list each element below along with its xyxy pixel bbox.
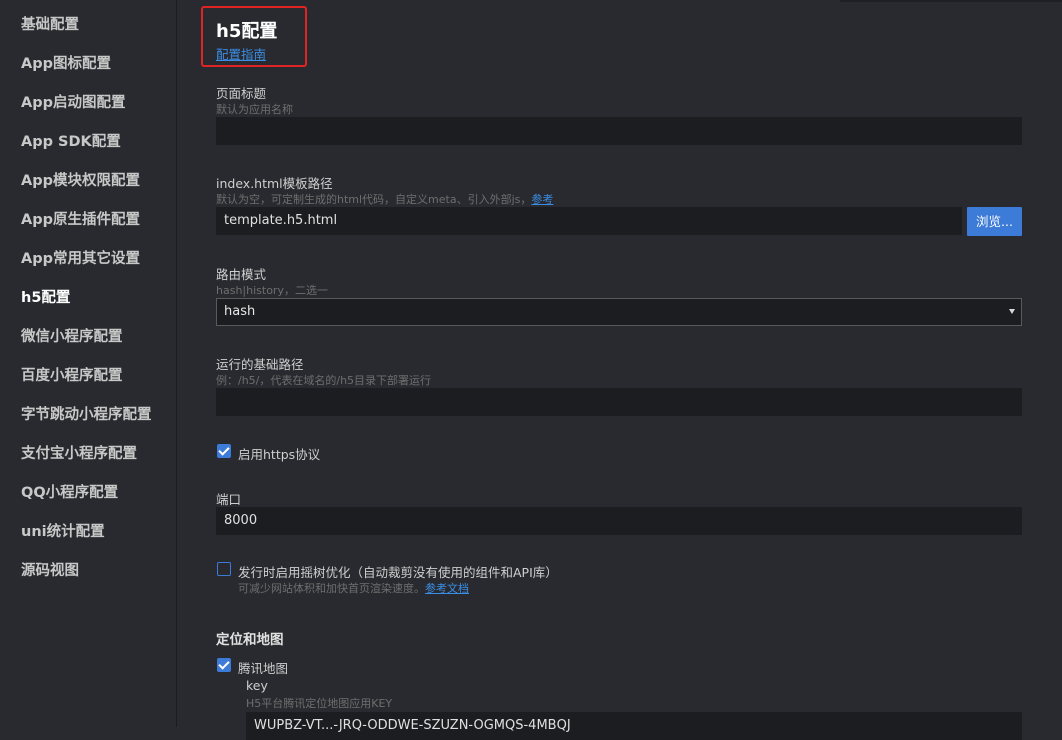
page-title: h5配置 xyxy=(216,21,278,42)
template-path-label: index.html模板路径 xyxy=(216,176,333,191)
chevron-down-icon xyxy=(1009,309,1015,314)
base-path-label: 运行的基础路径 xyxy=(216,357,304,372)
base-path-hint: 例：/h5/，代表在域名的/h5目录下部署运行 xyxy=(216,374,432,387)
router-mode-label: 路由模式 xyxy=(216,267,267,282)
sidebar-item-baidu[interactable]: 百度小程序配置 xyxy=(21,366,123,386)
tencent-map-checkbox-label: 腾讯地图 xyxy=(238,661,289,676)
https-checkbox-label: 启用https协议 xyxy=(238,447,321,462)
https-checkbox[interactable] xyxy=(217,444,231,458)
location-map-section-title: 定位和地图 xyxy=(216,632,284,648)
router-mode-hint: hash|history，二选一 xyxy=(216,284,328,297)
config-guide-link[interactable]: 配置指南 xyxy=(216,44,266,63)
tencent-map-key-hint: H5平台腾讯定位地图应用KEY xyxy=(246,697,393,710)
template-path-hint: 默认为空，可定制生成的html代码，自定义meta、引入外部js，参考 xyxy=(216,191,553,207)
treeshaking-checkbox-label: 发行时启用摇树优化（自动裁剪没有使用的组件和API库） xyxy=(238,565,558,580)
sidebar-item-app-native-plugins[interactable]: App原生插件配置 xyxy=(21,210,140,230)
sidebar-item-toutiao[interactable]: 字节跳动小程序配置 xyxy=(21,405,152,425)
treeshaking-hint: 可减少网站体积和加快首页渲染速度。参考文档 xyxy=(238,580,469,596)
page-title-field-hint: 默认为应用名称 xyxy=(216,103,293,116)
browse-button[interactable]: 浏览... xyxy=(967,207,1022,236)
sidebar-item-app-other[interactable]: App常用其它设置 xyxy=(21,249,140,269)
sidebar-item-weixin[interactable]: 微信小程序配置 xyxy=(21,327,123,347)
router-mode-select[interactable]: hash xyxy=(216,298,1022,326)
sidebar-item-app-icon[interactable]: App图标配置 xyxy=(21,54,111,74)
treeshaking-hint-text: 可减少网站体积和加快首页渲染速度。 xyxy=(238,582,425,595)
page-title-field-label: 页面标题 xyxy=(216,86,267,101)
template-reference-link[interactable]: 参考 xyxy=(531,193,553,206)
sidebar-item-h5[interactable]: h5配置 xyxy=(21,288,70,308)
tencent-map-checkbox[interactable] xyxy=(217,658,231,672)
h5-config-panel: h5配置 配置指南 页面标题 默认为应用名称 index.html模板路径 默认… xyxy=(177,0,1062,740)
base-path-input[interactable] xyxy=(216,388,1022,416)
router-mode-selected-value: hash xyxy=(224,304,256,319)
page-title-input[interactable] xyxy=(216,117,1022,145)
sidebar-item-qq[interactable]: QQ小程序配置 xyxy=(21,483,118,503)
sidebar-item-app-sdk[interactable]: App SDK配置 xyxy=(21,132,121,152)
template-path-hint-text: 默认为空，可定制生成的html代码，自定义meta、引入外部js， xyxy=(216,193,532,206)
port-label: 端口 xyxy=(216,492,242,507)
tencent-map-key-label: key xyxy=(246,678,268,693)
treeshaking-checkbox[interactable] xyxy=(217,562,231,576)
port-input[interactable]: 8000 xyxy=(216,507,1022,535)
sidebar-item-app-modules[interactable]: App模块权限配置 xyxy=(21,171,140,191)
sidebar-item-alipay[interactable]: 支付宝小程序配置 xyxy=(21,444,137,464)
sidebar-item-basic[interactable]: 基础配置 xyxy=(21,15,79,35)
treeshaking-reference-link[interactable]: 参考文档 xyxy=(425,582,469,595)
sidebar-item-app-splash[interactable]: App启动图配置 xyxy=(21,93,125,113)
sidebar-item-uni-stat[interactable]: uni统计配置 xyxy=(21,522,105,542)
tencent-map-key-input[interactable]: WUPBZ-VT...-JRQ-ODDWE-SZUZN-OGMQS-4MBQJ xyxy=(246,712,1022,740)
sidebar-item-source-view[interactable]: 源码视图 xyxy=(21,561,79,581)
settings-sidebar: 基础配置 App图标配置 App启动图配置 App SDK配置 App模块权限配… xyxy=(0,0,177,727)
template-path-input[interactable]: template.h5.html xyxy=(216,207,962,235)
